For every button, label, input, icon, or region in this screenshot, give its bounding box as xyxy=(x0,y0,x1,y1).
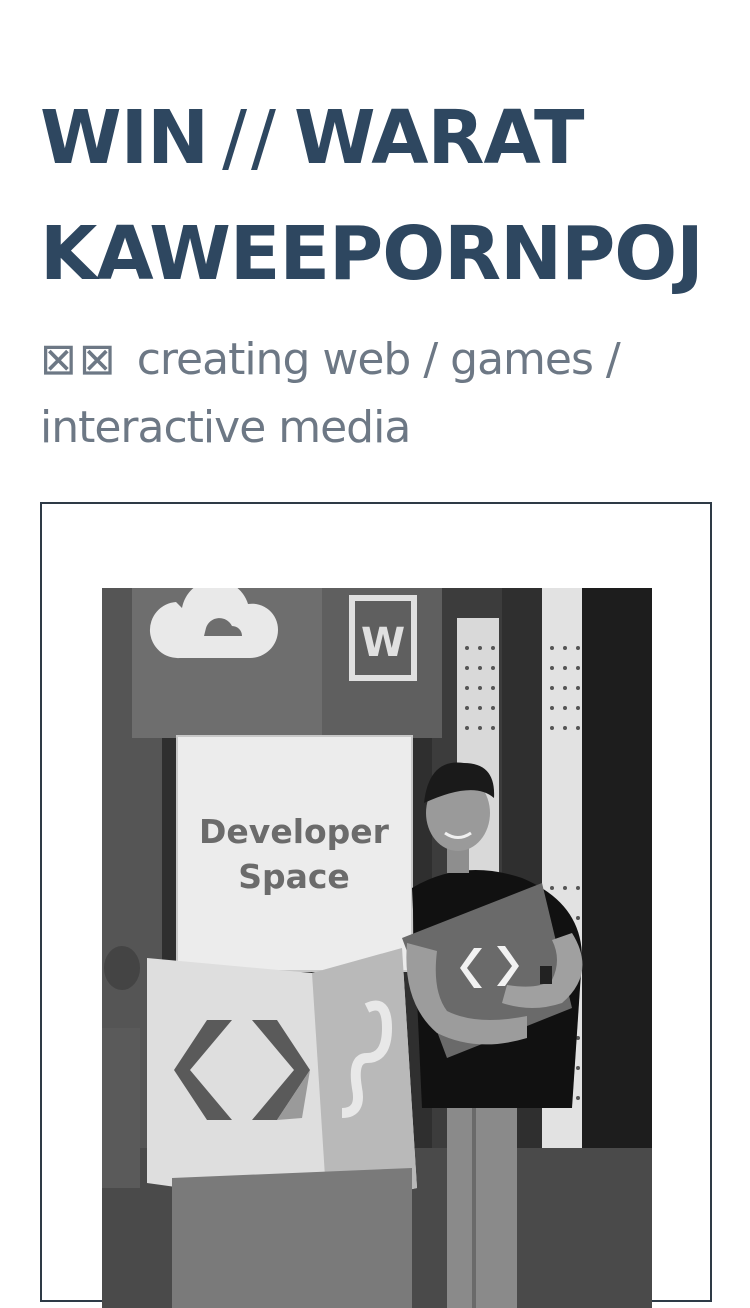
sign-line1: Developer xyxy=(199,812,390,851)
tagline-glyphs: ⊠⊠ xyxy=(40,334,118,385)
page-title: WIN//WARAT KAWEEPORNPOJ xyxy=(40,80,720,312)
name-first: WIN xyxy=(40,95,209,181)
tagline-line2: interactive media xyxy=(40,402,411,453)
tagline-line1: creating web / games / xyxy=(136,334,621,385)
name-line1: WARAT xyxy=(293,95,585,181)
page-header: WIN//WARAT KAWEEPORNPOJ ⊠⊠ creating web … xyxy=(40,80,720,462)
name-separator: // xyxy=(222,95,280,181)
profile-photo: W Developer Space xyxy=(102,588,652,1308)
photo-frame: W Developer Space xyxy=(40,502,712,1308)
name-line2: KAWEEPORNPOJ xyxy=(40,211,704,297)
profile-photo-illustration: W Developer Space xyxy=(102,588,652,1308)
svg-text:W: W xyxy=(361,620,405,666)
tagline: ⊠⊠ creating web / games / interactive me… xyxy=(40,326,720,462)
sign-line2: Space xyxy=(238,857,350,896)
